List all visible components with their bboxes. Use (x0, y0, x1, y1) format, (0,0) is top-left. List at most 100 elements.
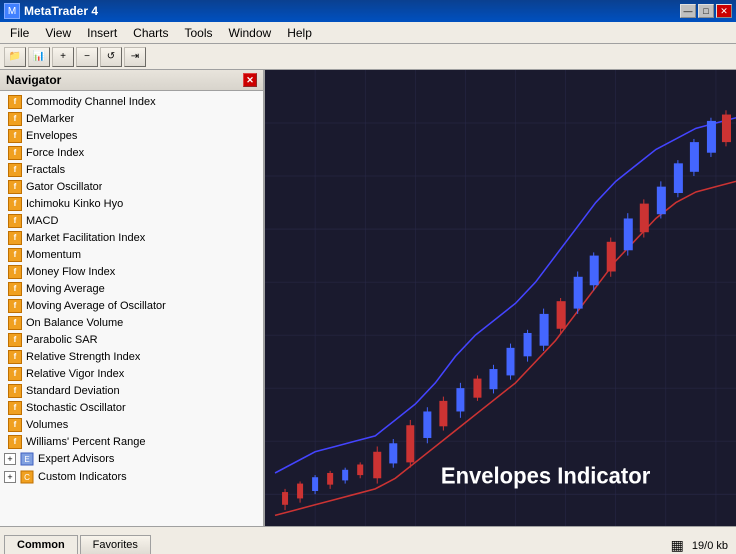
indicator-label-17: Relative Vigor Index (26, 368, 124, 380)
indicator-envelopes[interactable]: f Envelopes (0, 127, 263, 144)
app-icon: M (4, 3, 20, 19)
indicator-relative-strength[interactable]: f Relative Strength Index (0, 348, 263, 365)
indicator-icon-18: f (8, 384, 22, 398)
indicator-money-flow[interactable]: f Money Flow Index (0, 263, 263, 280)
toolbar-btn-1[interactable]: 📁 (4, 47, 26, 67)
indicator-icon-14: f (8, 316, 22, 330)
window-controls: — □ ✕ (680, 4, 732, 18)
section-custom-indicators[interactable]: + C Custom Indicators (0, 468, 263, 486)
indicator-label-15: Parabolic SAR (26, 334, 98, 346)
indicator-label-8: MACD (26, 215, 58, 227)
indicator-label-11: Money Flow Index (26, 266, 115, 278)
navigator-tree[interactable]: f Commodity Channel Index f DeMarker f E… (0, 91, 263, 526)
expand-expert-icon: + (4, 453, 16, 465)
indicator-label-3: Envelopes (26, 130, 77, 142)
indicator-label-12: Moving Average (26, 283, 105, 295)
menu-file[interactable]: File (2, 24, 37, 42)
bottom-area: Common Favorites ▦ 19/0 kb (0, 526, 736, 554)
indicator-icon-15: f (8, 333, 22, 347)
toolbar: 📁 📊 + − ↺ ⇥ (0, 44, 736, 70)
chart-area[interactable]: Envelopes Indicator (265, 70, 736, 526)
toolbar-btn-5[interactable]: ↺ (100, 47, 122, 67)
indicator-label-5: Fractals (26, 164, 65, 176)
indicator-label-10: Momentum (26, 249, 81, 261)
indicator-icon-19: f (8, 401, 22, 415)
indicator-williams[interactable]: f Williams' Percent Range (0, 433, 263, 450)
svg-text:Envelopes Indicator: Envelopes Indicator (441, 462, 651, 489)
indicator-volumes[interactable]: f Volumes (0, 416, 263, 433)
indicator-icon-2: f (8, 112, 22, 126)
indicator-label-1: Commodity Channel Index (26, 96, 156, 108)
indicator-fractals[interactable]: f Fractals (0, 161, 263, 178)
tab-favorites[interactable]: Favorites (80, 535, 151, 554)
indicator-icon-5: f (8, 163, 22, 177)
chart-type-icon: ▦ (671, 537, 684, 554)
indicator-market-facilitation[interactable]: f Market Facilitation Index (0, 229, 263, 246)
chart-canvas: Envelopes Indicator (265, 70, 736, 526)
indicator-moving-average[interactable]: f Moving Average (0, 280, 263, 297)
expand-custom-icon: + (4, 471, 16, 483)
close-button[interactable]: ✕ (716, 4, 732, 18)
indicator-momentum[interactable]: f Momentum (0, 246, 263, 263)
indicator-relative-vigor[interactable]: f Relative Vigor Index (0, 365, 263, 382)
indicator-icon-13: f (8, 299, 22, 313)
indicator-icon-10: f (8, 248, 22, 262)
indicator-icon-9: f (8, 231, 22, 245)
menu-window[interactable]: Window (221, 24, 280, 42)
indicator-gator-oscillator[interactable]: f Gator Oscillator (0, 178, 263, 195)
minimize-button[interactable]: — (680, 4, 696, 18)
navigator-close-button[interactable]: ✕ (243, 73, 257, 87)
navigator-header: Navigator ✕ (0, 70, 263, 91)
indicator-label-4: Force Index (26, 147, 84, 159)
indicator-icon-21: f (8, 435, 22, 449)
menu-help[interactable]: Help (279, 24, 320, 42)
indicator-label-18: Standard Deviation (26, 385, 120, 397)
indicator-icon-4: f (8, 146, 22, 160)
indicator-label-14: On Balance Volume (26, 317, 123, 329)
maximize-button[interactable]: □ (698, 4, 714, 18)
indicator-icon-3: f (8, 129, 22, 143)
indicator-label-13: Moving Average of Oscillator (26, 300, 166, 312)
menu-view[interactable]: View (37, 24, 79, 42)
svg-text:E: E (24, 455, 29, 464)
indicator-force-index[interactable]: f Force Index (0, 144, 263, 161)
indicator-moving-average-oscillator[interactable]: f Moving Average of Oscillator (0, 297, 263, 314)
indicator-on-balance-volume[interactable]: f On Balance Volume (0, 314, 263, 331)
svg-text:C: C (24, 473, 30, 482)
tab-common[interactable]: Common (4, 535, 78, 554)
expert-advisors-label: Expert Advisors (38, 453, 114, 465)
status-bar: ▦ 19/0 kb (671, 537, 732, 554)
indicator-icon-12: f (8, 282, 22, 296)
indicator-standard-deviation[interactable]: f Standard Deviation (0, 382, 263, 399)
toolbar-btn-6[interactable]: ⇥ (124, 47, 146, 67)
indicator-demarker[interactable]: f DeMarker (0, 110, 263, 127)
main-content: Navigator ✕ f Commodity Channel Index f … (0, 70, 736, 526)
indicator-icon-7: f (8, 197, 22, 211)
toolbar-btn-2[interactable]: 📊 (28, 47, 50, 67)
indicator-commodity-channel-index[interactable]: f Commodity Channel Index (0, 93, 263, 110)
indicator-stochastic[interactable]: f Stochastic Oscillator (0, 399, 263, 416)
window-title: MetaTrader 4 (24, 4, 98, 18)
section-expert-advisors[interactable]: + E Expert Advisors (0, 450, 263, 468)
indicator-label-9: Market Facilitation Index (26, 232, 145, 244)
indicator-parabolic-sar[interactable]: f Parabolic SAR (0, 331, 263, 348)
menu-insert[interactable]: Insert (79, 24, 125, 42)
indicator-icon-16: f (8, 350, 22, 364)
chart-bar-icon: ▦ (671, 537, 684, 554)
navigator-title: Navigator (6, 73, 61, 87)
menu-charts[interactable]: Charts (125, 24, 176, 42)
indicator-label-19: Stochastic Oscillator (26, 402, 126, 414)
indicator-icon-8: f (8, 214, 22, 228)
indicator-label-20: Volumes (26, 419, 68, 431)
indicator-ichimoku[interactable]: f Ichimoku Kinko Hyo (0, 195, 263, 212)
file-size: 19/0 kb (692, 540, 728, 552)
indicator-macd[interactable]: f MACD (0, 212, 263, 229)
indicator-label-6: Gator Oscillator (26, 181, 102, 193)
expert-advisors-icon: E (20, 452, 34, 466)
toolbar-btn-4[interactable]: − (76, 47, 98, 67)
menu-tools[interactable]: Tools (177, 24, 221, 42)
custom-indicators-label: Custom Indicators (38, 471, 127, 483)
file-size-label: 19/0 kb (692, 540, 728, 552)
indicator-label-2: DeMarker (26, 113, 74, 125)
toolbar-btn-3[interactable]: + (52, 47, 74, 67)
